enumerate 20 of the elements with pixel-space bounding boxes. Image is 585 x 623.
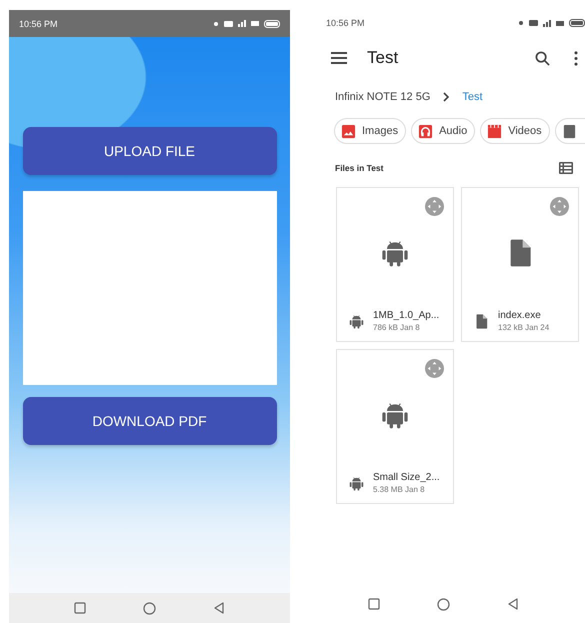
file-name: 1MB_1.0_Ap... xyxy=(373,310,440,321)
download-button[interactable]: DOWNLOAD PDF xyxy=(22,397,276,445)
filter-chip[interactable]: Audio xyxy=(411,118,476,144)
file-card[interactable]: index.exe 132 kB Jan 24 xyxy=(461,187,579,342)
filter-chip[interactable]: Videos xyxy=(480,118,550,144)
app-title: Test xyxy=(367,48,400,68)
status-time: 10:56 PM xyxy=(326,18,365,28)
file-card[interactable]: Small Size_2... 5.38 MB Jan 8 xyxy=(336,349,454,504)
file-name: index.exe xyxy=(498,310,542,321)
file-details: 5.38 MB Jan 8 xyxy=(373,485,426,494)
breadcrumb-item[interactable]: Test xyxy=(462,91,483,103)
status-time: 10:56 PM xyxy=(19,18,58,28)
section-title: Files in Test xyxy=(335,163,384,173)
filter-chip[interactable]: Images xyxy=(334,118,406,144)
file-details: 786 kB Jan 8 xyxy=(373,323,421,332)
breadcrumb-item[interactable]: Infinix NOTE 12 5G xyxy=(335,91,430,103)
file-name: Small Size_2... xyxy=(373,472,440,483)
file-card[interactable]: 1MB_1.0_Ap... 786 kB Jan 8 xyxy=(336,187,454,342)
file-details: 132 kB Jan 24 xyxy=(498,323,550,332)
upload-button[interactable]: UPLOAD FILE xyxy=(22,127,276,175)
